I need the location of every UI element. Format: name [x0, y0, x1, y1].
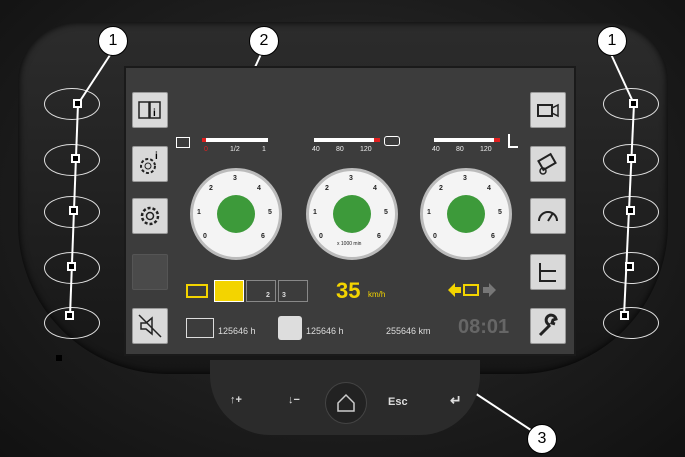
wrench-icon: [538, 313, 558, 337]
gauge-center-0: 0: [319, 233, 323, 240]
temp2-tick-80: 80: [456, 146, 464, 153]
speaker-muted-icon: [138, 314, 162, 338]
gauge-center-4: 4: [373, 185, 377, 192]
gear-1-indicator: [214, 280, 244, 302]
control-panel: 1 2 1 3 i i 0 1/2 1 40 80 120 40 80 120 …: [0, 0, 685, 457]
svg-text:i: i: [153, 108, 156, 119]
camera-icon: [537, 103, 559, 118]
gauge-right-4: 4: [487, 185, 491, 192]
gauge-center-2: 2: [325, 185, 329, 192]
fuel-tick-half: 1/2: [230, 146, 240, 153]
settings-button[interactable]: [132, 198, 168, 234]
empty-button[interactable]: [132, 254, 168, 290]
home-button[interactable]: [325, 382, 367, 424]
callout-1-left: 1: [98, 26, 128, 56]
callout-3: 3: [527, 424, 557, 454]
speedometer-icon: [538, 211, 558, 222]
gauge-center-5: 5: [384, 209, 388, 216]
engine-hours-icon: [186, 318, 214, 338]
info-book-button[interactable]: i: [132, 92, 168, 128]
gauge-left: 0 1 2 3 4 5 6: [190, 168, 282, 260]
routing-button[interactable]: [530, 254, 566, 290]
callout-1-right: 1: [597, 26, 627, 56]
gauge-right-5: 5: [498, 209, 502, 216]
display-screen: i i 0 1/2 1 40 80 120 40 80 120 0 1 2 3 …: [124, 66, 576, 356]
callout-2: 2: [249, 26, 279, 56]
step-up-button[interactable]: ↑+: [230, 394, 242, 406]
gauge-left-0: 0: [203, 233, 207, 240]
drive-mode-icon: [186, 284, 208, 298]
temp1-tick-120: 120: [360, 146, 372, 153]
gauge-right-icon: [447, 195, 485, 233]
gauge-left-4: 4: [257, 185, 261, 192]
gauge-center-1: 1: [313, 209, 317, 216]
svg-text:i: i: [155, 151, 158, 162]
gauge-center-3: 3: [349, 175, 353, 182]
mute-button[interactable]: [132, 308, 168, 344]
gear-icon: [140, 206, 160, 226]
gauge-left-6: 6: [261, 233, 265, 240]
odometer: 255646 km: [386, 326, 431, 336]
operating-hours: 125646 h: [306, 326, 344, 336]
engine-hours: 125646 h: [218, 326, 256, 336]
gauge-right-0: 0: [433, 233, 437, 240]
hitch-camera-button[interactable]: [530, 146, 566, 182]
gear-3-label: 3: [282, 292, 286, 299]
gauge-right-2: 2: [439, 185, 443, 192]
engine-temp-icon: [384, 136, 400, 146]
speed-value: 35: [336, 278, 361, 303]
gauge-center-icon: [333, 195, 371, 233]
gauge-right-3: 3: [463, 175, 467, 182]
gauge-left-icon: [217, 195, 255, 233]
temp1-tick-40: 40: [312, 146, 320, 153]
direction-arrows-icon: [448, 283, 496, 297]
service-button[interactable]: [530, 308, 566, 344]
fuel-tick-0: 0: [204, 146, 208, 153]
fuel-bar: [202, 138, 268, 142]
engine-temp-bar: [314, 138, 380, 142]
temp1-tick-80: 80: [336, 146, 344, 153]
settings-info-button[interactable]: i: [132, 146, 168, 182]
fuel-icon: [176, 137, 190, 148]
gauge-right-6: 6: [491, 233, 495, 240]
hydraulic-temp-icon: [508, 134, 518, 148]
bottom-keypad: ↑+ ↓− Esc ↵: [210, 360, 480, 435]
home-icon: [337, 393, 355, 412]
camera-button[interactable]: [530, 92, 566, 128]
gauge-left-2: 2: [209, 185, 213, 192]
step-down-button[interactable]: ↓−: [288, 394, 300, 406]
gauge-left-5: 5: [268, 209, 272, 216]
gauge-right-1: 1: [427, 209, 431, 216]
enter-button[interactable]: ↵: [450, 392, 462, 409]
vehicle-camera-icon: [537, 152, 557, 175]
direction-indicator: [448, 282, 496, 298]
speed-dial-button[interactable]: [530, 198, 566, 234]
gauge-left-3: 3: [233, 175, 237, 182]
gauge-left-1: 1: [197, 209, 201, 216]
clock: 08:01: [458, 316, 510, 338]
route-icon: [539, 263, 556, 282]
gear-hours-icon: [278, 316, 302, 340]
gauge-right: 0 1 2 3 4 5 6: [420, 168, 512, 260]
gear-2-label: 2: [266, 292, 270, 299]
gauge-center-unit: x 1000 min: [337, 241, 362, 247]
gauge-center-6: 6: [377, 233, 381, 240]
speed-unit: km/h: [368, 290, 386, 299]
fuel-tick-full: 1: [262, 146, 266, 153]
gear-2-indicator: [246, 280, 276, 302]
temp2-tick-120: 120: [480, 146, 492, 153]
esc-button[interactable]: Esc: [388, 396, 408, 408]
gauge-center: 0 1 2 3 4 5 6 x 1000 min: [306, 168, 398, 260]
temp2-tick-40: 40: [432, 146, 440, 153]
hydraulic-temp-bar: [434, 138, 500, 142]
manual-icon: i: [138, 101, 161, 119]
gear-info-icon: i: [140, 151, 158, 174]
